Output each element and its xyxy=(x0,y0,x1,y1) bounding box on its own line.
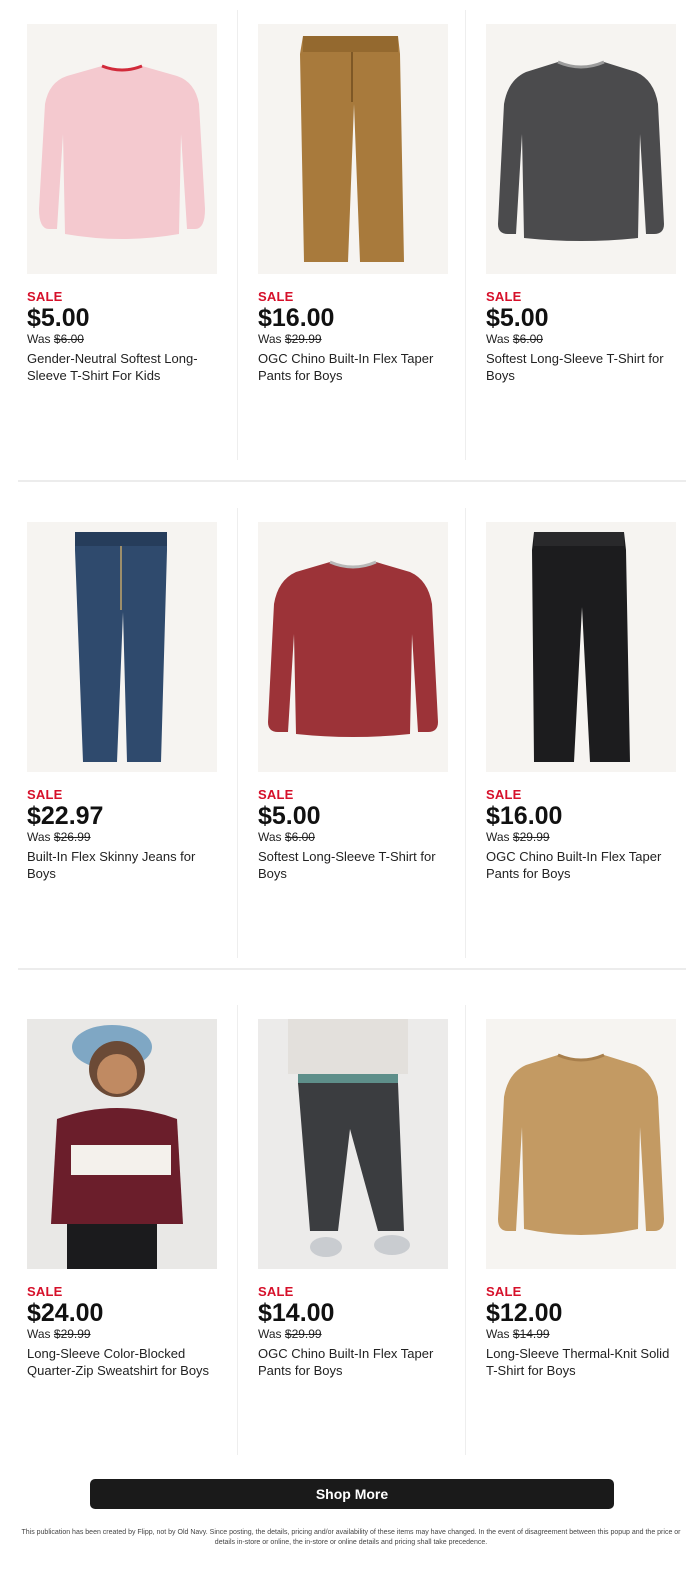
product-name[interactable]: Gender-Neutral Softest Long-Sleeve T-Shi… xyxy=(27,350,217,384)
sale-price: $5.00 xyxy=(27,304,90,332)
product-name[interactable]: OGC Chino Built-In Flex Taper Pants for … xyxy=(486,848,676,882)
product-name[interactable]: OGC Chino Built-In Flex Taper Pants for … xyxy=(258,1345,448,1379)
was-price: Was $26.99 xyxy=(27,830,91,844)
sale-price: $22.97 xyxy=(27,802,104,830)
sale-label: SALE xyxy=(27,787,63,802)
product-image-boy-dark-chinos[interactable] xyxy=(258,1019,448,1269)
product-name[interactable]: Softest Long-Sleeve T-Shirt for Boys xyxy=(486,350,676,384)
product-image-tan-thermal-tshirt[interactable] xyxy=(486,1019,676,1269)
product-card[interactable]: SALE $22.97 Was $26.99 Built-In Flex Ski… xyxy=(0,508,237,958)
sale-label: SALE xyxy=(486,1284,522,1299)
was-price: Was $6.00 xyxy=(27,332,84,346)
product-image-charcoal-tshirt[interactable] xyxy=(486,24,676,274)
sale-price: $12.00 xyxy=(486,1299,563,1327)
row-divider xyxy=(18,968,686,970)
was-price: Was $29.99 xyxy=(27,1327,91,1341)
product-card[interactable]: SALE $14.00 Was $29.99 OGC Chino Built-I… xyxy=(237,1005,465,1455)
product-card[interactable]: SALE $5.00 Was $6.00 Gender-Neutral Soft… xyxy=(0,10,237,460)
product-name[interactable]: OGC Chino Built-In Flex Taper Pants for … xyxy=(258,350,448,384)
product-card[interactable]: SALE $5.00 Was $6.00 Softest Long-Sleeve… xyxy=(465,10,700,460)
sale-price: $16.00 xyxy=(486,802,563,830)
shop-more-button[interactable]: Shop More xyxy=(90,1479,614,1509)
product-name[interactable]: Long-Sleeve Thermal-Knit Solid T-Shirt f… xyxy=(486,1345,676,1379)
product-name[interactable]: Built-In Flex Skinny Jeans for Boys xyxy=(27,848,217,882)
product-card[interactable]: SALE $16.00 Was $29.99 OGC Chino Built-I… xyxy=(465,508,700,958)
sale-price: $24.00 xyxy=(27,1299,104,1327)
product-image-pink-tshirt[interactable] xyxy=(27,24,217,274)
product-card[interactable]: SALE $12.00 Was $14.99 Long-Sleeve Therm… xyxy=(465,1005,700,1455)
product-card[interactable]: SALE $5.00 Was $6.00 Softest Long-Sleeve… xyxy=(237,508,465,958)
product-image-black-chino-pants[interactable] xyxy=(486,522,676,772)
was-price: Was $6.00 xyxy=(486,332,543,346)
was-price: Was $29.99 xyxy=(258,332,322,346)
product-name[interactable]: Softest Long-Sleeve T-Shirt for Boys xyxy=(258,848,448,882)
product-image-blue-jeans[interactable] xyxy=(27,522,217,772)
row-divider xyxy=(18,480,686,482)
sale-label: SALE xyxy=(486,787,522,802)
was-price: Was $29.99 xyxy=(486,830,550,844)
sale-price: $5.00 xyxy=(258,802,321,830)
sale-price: $14.00 xyxy=(258,1299,335,1327)
product-image-tan-chino-pants[interactable] xyxy=(258,24,448,274)
product-card[interactable]: SALE $16.00 Was $29.99 OGC Chino Built-I… xyxy=(237,10,465,460)
sale-price: $5.00 xyxy=(486,304,549,332)
was-price: Was $6.00 xyxy=(258,830,315,844)
was-price: Was $29.99 xyxy=(258,1327,322,1341)
sale-label: SALE xyxy=(258,787,294,802)
disclaimer-text: This publication has been created by Fli… xyxy=(21,1529,681,1546)
product-row-1: SALE $5.00 Was $6.00 Gender-Neutral Soft… xyxy=(0,10,700,480)
product-image-red-tshirt[interactable] xyxy=(258,522,448,772)
sale-label: SALE xyxy=(27,289,63,304)
product-row-2: SALE $22.97 Was $26.99 Built-In Flex Ski… xyxy=(0,508,700,978)
sale-price: $16.00 xyxy=(258,304,335,332)
sale-label: SALE xyxy=(258,1284,294,1299)
product-row-3: SALE $24.00 Was $29.99 Long-Sleeve Color… xyxy=(0,1005,700,1475)
was-price: Was $14.99 xyxy=(486,1327,550,1341)
sale-label: SALE xyxy=(486,289,522,304)
product-card[interactable]: SALE $24.00 Was $29.99 Long-Sleeve Color… xyxy=(0,1005,237,1455)
product-name[interactable]: Long-Sleeve Color-Blocked Quarter-Zip Sw… xyxy=(27,1345,217,1379)
sale-label: SALE xyxy=(27,1284,63,1299)
product-image-boy-quarter-zip[interactable] xyxy=(27,1019,217,1269)
sale-label: SALE xyxy=(258,289,294,304)
